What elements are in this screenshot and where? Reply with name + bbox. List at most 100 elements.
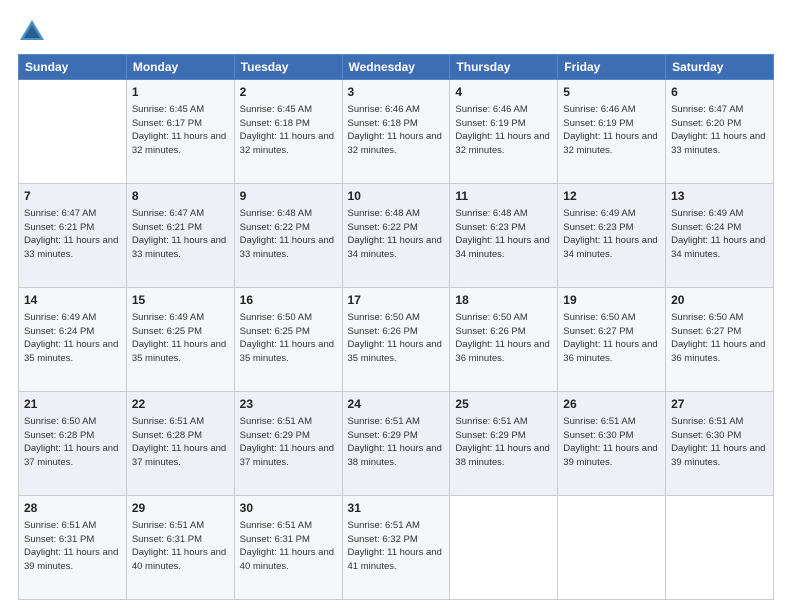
calendar-table: SundayMondayTuesdayWednesdayThursdayFrid… [18,54,774,600]
cell-details: Sunrise: 6:50 AMSunset: 6:26 PMDaylight:… [455,311,552,366]
day-number: 22 [132,396,229,413]
calendar-cell: 17 Sunrise: 6:50 AMSunset: 6:26 PMDayligh… [342,288,450,392]
day-number: 13 [671,188,768,205]
cell-details: Sunrise: 6:46 AMSunset: 6:19 PMDaylight:… [563,103,660,158]
day-number: 1 [132,84,229,101]
weekday-monday: Monday [126,55,234,80]
page: SundayMondayTuesdayWednesdayThursdayFrid… [0,0,792,612]
cell-details: Sunrise: 6:48 AMSunset: 6:22 PMDaylight:… [240,207,337,262]
week-row-3: 14 Sunrise: 6:49 AMSunset: 6:24 PMDayligh… [19,288,774,392]
week-row-1: 1Sunrise: 6:45 AMSunset: 6:17 PMDaylight… [19,80,774,184]
calendar-cell: 16 Sunrise: 6:50 AMSunset: 6:25 PMDayligh… [234,288,342,392]
day-number: 11 [455,188,552,205]
cell-details: Sunrise: 6:51 AMSunset: 6:31 PMDaylight:… [132,519,229,574]
calendar-cell: 25Sunrise: 6:51 AMSunset: 6:29 PMDayligh… [450,392,558,496]
weekday-saturday: Saturday [666,55,774,80]
calendar-cell: 10 Sunrise: 6:48 AMSunset: 6:22 PMDayligh… [342,184,450,288]
cell-details: Sunrise: 6:48 AMSunset: 6:22 PMDaylight:… [348,207,445,262]
calendar-cell: 30 Sunrise: 6:51 AMSunset: 6:31 PMDayligh… [234,496,342,600]
calendar-cell: 5 Sunrise: 6:46 AMSunset: 6:19 PMDaylight… [558,80,666,184]
calendar-cell: 6Sunrise: 6:47 AMSunset: 6:20 PMDaylight… [666,80,774,184]
day-number: 29 [132,500,229,517]
cell-details: Sunrise: 6:45 AMSunset: 6:18 PMDaylight:… [240,103,337,158]
week-row-2: 7 Sunrise: 6:47 AMSunset: 6:21 PMDaylight… [19,184,774,288]
day-number: 30 [240,500,337,517]
calendar-cell: 1Sunrise: 6:45 AMSunset: 6:17 PMDaylight… [126,80,234,184]
cell-details: Sunrise: 6:51 AMSunset: 6:30 PMDaylight:… [671,415,768,470]
day-number: 7 [24,188,121,205]
day-number: 18 [455,292,552,309]
calendar-cell: 28 Sunrise: 6:51 AMSunset: 6:31 PMDayligh… [19,496,127,600]
calendar-header: SundayMondayTuesdayWednesdayThursdayFrid… [19,55,774,80]
cell-details: Sunrise: 6:51 AMSunset: 6:32 PMDaylight:… [348,519,445,574]
day-number: 24 [348,396,445,413]
day-number: 14 [24,292,121,309]
calendar-body: 1Sunrise: 6:45 AMSunset: 6:17 PMDaylight… [19,80,774,600]
day-number: 19 [563,292,660,309]
cell-details: Sunrise: 6:47 AMSunset: 6:21 PMDaylight:… [132,207,229,262]
day-number: 8 [132,188,229,205]
day-number: 12 [563,188,660,205]
day-number: 17 [348,292,445,309]
cell-details: Sunrise: 6:50 AMSunset: 6:25 PMDaylight:… [240,311,337,366]
day-number: 10 [348,188,445,205]
calendar-cell: 21Sunrise: 6:50 AMSunset: 6:28 PMDayligh… [19,392,127,496]
cell-details: Sunrise: 6:47 AMSunset: 6:21 PMDaylight:… [24,207,121,262]
calendar-cell: 19 Sunrise: 6:50 AMSunset: 6:27 PMDayligh… [558,288,666,392]
cell-details: Sunrise: 6:51 AMSunset: 6:29 PMDaylight:… [240,415,337,470]
calendar-cell [666,496,774,600]
weekday-row: SundayMondayTuesdayWednesdayThursdayFrid… [19,55,774,80]
cell-details: Sunrise: 6:51 AMSunset: 6:30 PMDaylight:… [563,415,660,470]
calendar-cell: 31 Sunrise: 6:51 AMSunset: 6:32 PMDayligh… [342,496,450,600]
calendar-cell: 11 Sunrise: 6:48 AMSunset: 6:23 PMDayligh… [450,184,558,288]
weekday-wednesday: Wednesday [342,55,450,80]
calendar-cell: 27 Sunrise: 6:51 AMSunset: 6:30 PMDayligh… [666,392,774,496]
day-number: 20 [671,292,768,309]
day-number: 2 [240,84,337,101]
cell-details: Sunrise: 6:48 AMSunset: 6:23 PMDaylight:… [455,207,552,262]
calendar-cell: 9 Sunrise: 6:48 AMSunset: 6:22 PMDaylight… [234,184,342,288]
cell-details: Sunrise: 6:51 AMSunset: 6:28 PMDaylight:… [132,415,229,470]
day-number: 25 [455,396,552,413]
day-number: 26 [563,396,660,413]
day-number: 27 [671,396,768,413]
day-number: 3 [348,84,445,101]
cell-details: Sunrise: 6:46 AMSunset: 6:19 PMDaylight:… [455,103,552,158]
logo-icon [18,18,46,46]
weekday-sunday: Sunday [19,55,127,80]
day-number: 16 [240,292,337,309]
cell-details: Sunrise: 6:50 AMSunset: 6:27 PMDaylight:… [563,311,660,366]
calendar-cell [19,80,127,184]
calendar-cell: 26 Sunrise: 6:51 AMSunset: 6:30 PMDayligh… [558,392,666,496]
day-number: 23 [240,396,337,413]
day-number: 9 [240,188,337,205]
day-number: 4 [455,84,552,101]
logo [18,18,50,46]
calendar-cell: 14 Sunrise: 6:49 AMSunset: 6:24 PMDayligh… [19,288,127,392]
cell-details: Sunrise: 6:50 AMSunset: 6:26 PMDaylight:… [348,311,445,366]
day-number: 28 [24,500,121,517]
cell-details: Sunrise: 6:49 AMSunset: 6:24 PMDaylight:… [24,311,121,366]
week-row-5: 28 Sunrise: 6:51 AMSunset: 6:31 PMDayligh… [19,496,774,600]
calendar-cell: 24 Sunrise: 6:51 AMSunset: 6:29 PMDayligh… [342,392,450,496]
calendar-cell: 18 Sunrise: 6:50 AMSunset: 6:26 PMDayligh… [450,288,558,392]
cell-details: Sunrise: 6:49 AMSunset: 6:25 PMDaylight:… [132,311,229,366]
header [18,18,774,46]
weekday-thursday: Thursday [450,55,558,80]
cell-details: Sunrise: 6:51 AMSunset: 6:31 PMDaylight:… [240,519,337,574]
day-number: 15 [132,292,229,309]
calendar-cell: 4 Sunrise: 6:46 AMSunset: 6:19 PMDaylight… [450,80,558,184]
calendar-cell: 3Sunrise: 6:46 AMSunset: 6:18 PMDaylight… [342,80,450,184]
day-number: 31 [348,500,445,517]
day-number: 5 [563,84,660,101]
cell-details: Sunrise: 6:50 AMSunset: 6:27 PMDaylight:… [671,311,768,366]
cell-details: Sunrise: 6:47 AMSunset: 6:20 PMDaylight:… [671,103,768,158]
cell-details: Sunrise: 6:51 AMSunset: 6:29 PMDaylight:… [348,415,445,470]
week-row-4: 21Sunrise: 6:50 AMSunset: 6:28 PMDayligh… [19,392,774,496]
calendar-cell: 15 Sunrise: 6:49 AMSunset: 6:25 PMDayligh… [126,288,234,392]
calendar-cell: 29 Sunrise: 6:51 AMSunset: 6:31 PMDayligh… [126,496,234,600]
calendar-cell [558,496,666,600]
cell-details: Sunrise: 6:49 AMSunset: 6:24 PMDaylight:… [671,207,768,262]
calendar-cell: 7 Sunrise: 6:47 AMSunset: 6:21 PMDaylight… [19,184,127,288]
cell-details: Sunrise: 6:51 AMSunset: 6:31 PMDaylight:… [24,519,121,574]
